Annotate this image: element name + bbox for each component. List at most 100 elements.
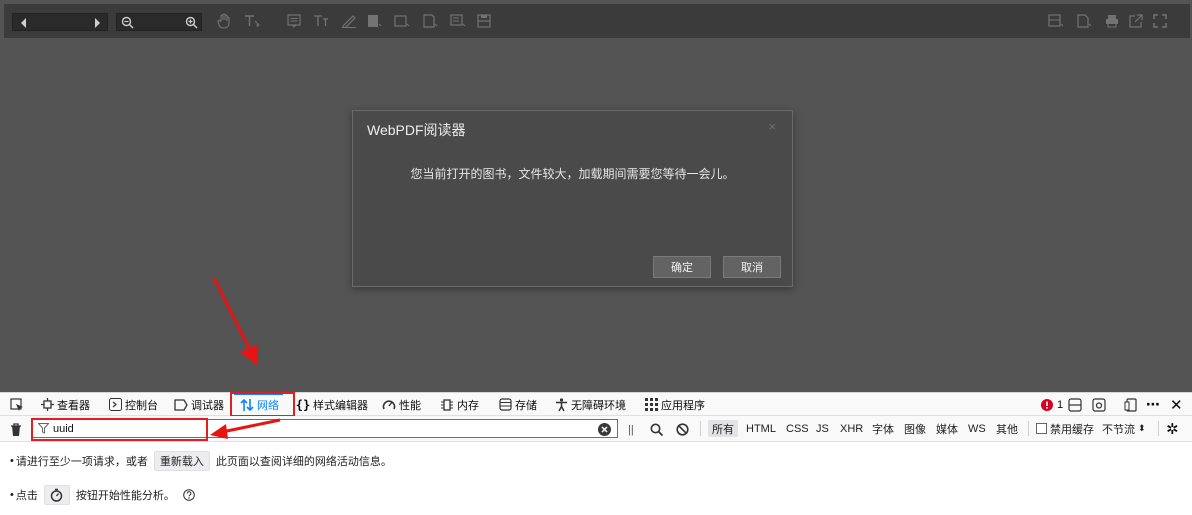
note-icon[interactable]	[446, 4, 470, 38]
tab-label: 调试器	[191, 399, 224, 412]
tab-memory[interactable]: 内存	[440, 393, 479, 416]
pdf-viewer-area: WebPDF阅读器 × 您当前打开的图书，文件较大，加载期间需要您等待一会儿。 …	[0, 0, 1192, 392]
performance-hint-line: • 点击 按钮开始性能分析。	[10, 484, 195, 506]
filter-type-css[interactable]: CSS	[784, 420, 811, 437]
hand-tool-icon[interactable]	[214, 4, 234, 38]
filter-type-media[interactable]: 媒体	[934, 420, 960, 437]
close-icon[interactable]: ×	[768, 119, 776, 134]
ok-button[interactable]: 确定	[653, 256, 711, 278]
tab-accessibility[interactable]: 无障碍环境	[554, 393, 626, 416]
stopwatch-button[interactable]	[43, 485, 70, 505]
pick-element-icon[interactable]	[10, 393, 28, 416]
rectangle-icon[interactable]	[390, 4, 414, 38]
screenshot-icon[interactable]	[1092, 393, 1110, 416]
annotation-arrow-down	[212, 277, 258, 366]
inspector-icon	[40, 398, 54, 412]
tab-storage[interactable]: 存储	[498, 393, 537, 416]
fullscreen-icon[interactable]	[1150, 4, 1170, 38]
search-icon[interactable]	[650, 418, 664, 441]
pen-icon[interactable]	[338, 4, 360, 38]
select-text-icon[interactable]	[240, 4, 264, 38]
dialog-message: 您当前打开的图书，文件较大，加载期间需要您等待一会儿。	[410, 167, 735, 181]
pause-icon[interactable]: ||	[628, 418, 640, 441]
filter-type-js[interactable]: JS	[814, 420, 831, 437]
disable-cache-checkbox[interactable]: 禁用缓存	[1034, 420, 1096, 437]
trash-icon[interactable]	[10, 418, 24, 441]
print-preview-icon[interactable]	[1044, 4, 1068, 38]
zoom-in-icon[interactable]	[185, 16, 198, 29]
save-icon[interactable]	[474, 4, 494, 38]
tab-label: 性能	[399, 399, 421, 412]
tab-label: 内存	[457, 399, 479, 412]
filter-type-image[interactable]: 图像	[902, 420, 928, 437]
stopwatch-icon	[51, 488, 63, 502]
style-editor-icon: {}	[295, 397, 311, 412]
disable-cache-label: 禁用缓存	[1050, 423, 1094, 436]
bullet: •	[10, 455, 14, 467]
separator	[1158, 421, 1159, 436]
prev-page-icon[interactable]	[21, 18, 26, 28]
memory-icon	[440, 398, 454, 412]
more-options-icon[interactable]: ⋯	[1146, 393, 1164, 416]
block-requests-icon[interactable]	[676, 418, 690, 441]
performance-hint-suffix: 按钮开始性能分析。	[75, 490, 175, 502]
checkbox-box[interactable]	[1036, 423, 1047, 434]
tab-label: 存储	[515, 399, 537, 412]
text-icon[interactable]	[310, 4, 332, 38]
filter-type-ws[interactable]: WS	[966, 420, 988, 437]
application-icon	[644, 398, 658, 412]
zoom-control[interactable]	[116, 13, 202, 31]
open-external-icon[interactable]	[1126, 4, 1146, 38]
highlight-icon[interactable]	[362, 4, 386, 38]
tab-application[interactable]: 应用程序	[644, 393, 705, 416]
tab-label: 无障碍环境	[571, 399, 626, 412]
help-icon[interactable]	[183, 489, 195, 501]
reload-hint-prefix: 请进行至少一项请求，或者	[15, 456, 148, 468]
comment-icon[interactable]	[284, 4, 304, 38]
error-count[interactable]: 1	[1040, 393, 1063, 416]
debugger-icon	[174, 398, 188, 412]
throttle-label: 不节流	[1102, 423, 1135, 436]
devtools-tab-bar: 查看器 控制台 调试器 网络 {} 样式编辑器 性能 内存 存储 无障碍环境 应…	[0, 392, 1192, 416]
dialog-title: WebPDF阅读器	[367, 122, 466, 138]
highlight-filter-field	[31, 418, 208, 441]
annotation-arrow-left	[210, 418, 281, 439]
chevron-updown-icon: ⬍	[1138, 423, 1146, 433]
split-console-icon[interactable]	[1068, 393, 1086, 416]
filter-type-font[interactable]: 字体	[870, 420, 896, 437]
pdf-toolbar	[4, 4, 1190, 38]
cancel-button[interactable]: 取消	[723, 256, 781, 278]
filter-type-all[interactable]: 所有	[708, 420, 738, 437]
reload-button[interactable]: 重新载入	[153, 451, 210, 471]
print-icon[interactable]	[1102, 4, 1122, 38]
filter-type-xhr[interactable]: XHR	[838, 420, 865, 437]
page-navigator[interactable]	[12, 13, 108, 31]
responsive-design-icon[interactable]	[1124, 393, 1140, 416]
page-view-icon[interactable]	[1072, 4, 1096, 38]
tab-performance[interactable]: 性能	[382, 393, 421, 416]
gear-icon[interactable]: ✲	[1166, 417, 1184, 440]
performance-hint-prefix: 点击	[15, 490, 38, 502]
zoom-out-icon[interactable]	[121, 16, 134, 29]
tab-console[interactable]: 控制台	[108, 393, 158, 416]
error-icon	[1040, 398, 1054, 412]
tab-inspector[interactable]: 查看器	[40, 393, 90, 416]
filter-type-html[interactable]: HTML	[744, 420, 778, 437]
stamp-icon[interactable]	[418, 4, 442, 38]
throttle-dropdown[interactable]: 不节流 ⬍	[1100, 420, 1148, 437]
next-page-icon[interactable]	[95, 18, 100, 28]
filter-type-other[interactable]: 其他	[994, 420, 1020, 437]
reload-hint-suffix: 此页面以查阅详细的网络活动信息。	[215, 456, 392, 468]
clear-filter-icon[interactable]	[598, 418, 612, 441]
loading-dialog: WebPDF阅读器 × 您当前打开的图书，文件较大，加载期间需要您等待一会儿。 …	[352, 110, 793, 287]
tab-label: 控制台	[125, 399, 158, 412]
separator	[700, 421, 701, 436]
performance-icon	[382, 398, 396, 412]
tab-style-editor[interactable]: {} 样式编辑器	[296, 393, 368, 416]
tab-label: 应用程序	[661, 399, 705, 412]
close-devtools-icon[interactable]: ✕	[1170, 393, 1186, 416]
network-empty-panel: • 请进行至少一项请求，或者 重新载入 此页面以查阅详细的网络活动信息。 • 点…	[0, 442, 1192, 515]
accessibility-icon	[554, 397, 568, 412]
tab-label: 样式编辑器	[313, 399, 368, 412]
tab-label: 查看器	[57, 399, 90, 412]
